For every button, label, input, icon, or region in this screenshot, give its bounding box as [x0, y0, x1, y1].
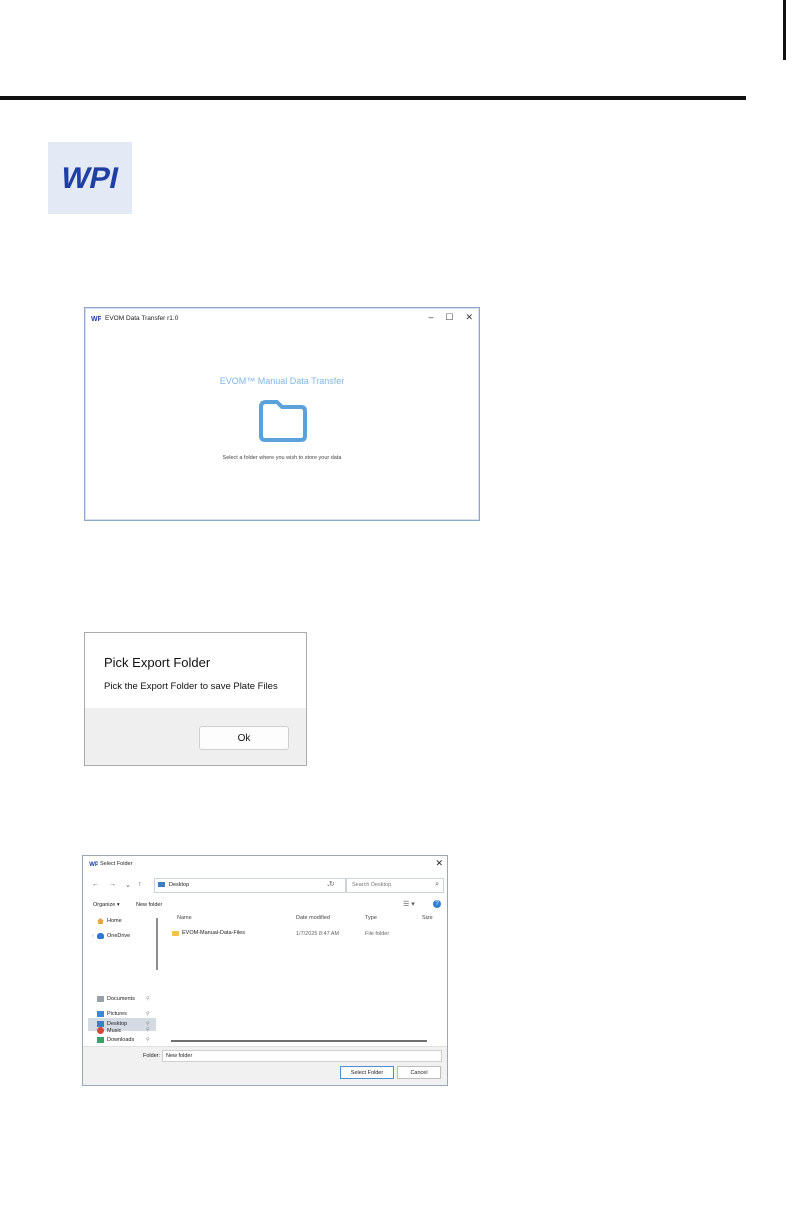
row-type: File folder — [365, 931, 390, 937]
column-header-date[interactable]: Date modified — [296, 915, 330, 921]
search-icon: ⌕ — [435, 881, 439, 888]
recent-chevron-icon[interactable]: ⌄ — [125, 881, 131, 889]
row-date: 1/7/2025 8:47 AM — [296, 931, 340, 937]
svg-text:WPI: WPI — [89, 861, 98, 867]
close-icon[interactable]: ✕ — [435, 858, 443, 869]
table-row[interactable]: EVOM-Manual-Data-Files — [172, 930, 245, 936]
address-crumb: Desktop — [169, 882, 190, 888]
folder-label: Folder: — [143, 1053, 161, 1059]
folder-name-value: New folder — [166, 1053, 193, 1059]
select-folder-button[interactable]: Select Folder — [340, 1066, 394, 1079]
horizontal-scrollbar[interactable] — [171, 1040, 427, 1042]
address-bar[interactable]: Desktop ⌄ — [154, 878, 346, 893]
pin-icon: ⚲ — [146, 1027, 150, 1033]
pin-icon: ⚲ — [146, 996, 150, 1002]
svg-text:WPI: WPI — [58, 162, 122, 195]
navigation-pane: Home › OneDrive Desktop ⚲ Downloads ⚲ — [83, 913, 159, 1043]
help-icon[interactable]: ? — [433, 900, 441, 908]
window-titlebar: WPI EVOM Data Transfer r1.0 — [85, 308, 479, 328]
select-folder-dialog: WPI Select Folder ✕ ← → ⌄ ↑ Desktop ⌄ ↻ … — [82, 855, 448, 1086]
nav-item-onedrive[interactable]: OneDrive — [97, 933, 130, 939]
home-icon — [97, 918, 104, 924]
nav-item-pictures[interactable]: Pictures — [97, 1011, 127, 1017]
column-header-size[interactable]: Size — [422, 915, 433, 921]
svg-text:WPI: WPI — [91, 316, 101, 322]
folder-icon[interactable] — [257, 398, 309, 444]
expand-chevron-icon[interactable]: › — [92, 933, 94, 939]
new-folder-button[interactable]: New folder — [136, 902, 162, 908]
wpi-logo: WPI — [48, 142, 132, 214]
folder-name-field[interactable]: New folder — [162, 1050, 442, 1062]
pictures-icon — [97, 1011, 104, 1017]
dialog-message: Pick the Export Folder to save Plate Fil… — [104, 681, 278, 692]
ok-button[interactable]: Ok — [199, 726, 289, 750]
nav-item-home[interactable]: Home — [97, 918, 122, 924]
cancel-button[interactable]: Cancel — [397, 1066, 441, 1079]
dialog-heading: Pick Export Folder — [104, 655, 211, 670]
header-rule — [0, 96, 746, 100]
window-title: EVOM Data Transfer r1.0 — [105, 314, 179, 322]
pick-export-dialog: Pick Export Folder Pick the Export Folde… — [84, 632, 307, 766]
dialog-title: Select Folder — [100, 861, 133, 867]
forward-icon[interactable]: → — [109, 881, 116, 888]
column-header-name[interactable]: Name — [177, 915, 192, 921]
nav-item-music[interactable]: Music — [97, 1027, 121, 1034]
transfer-heading: EVOM™ Manual Data Transfer — [219, 376, 345, 386]
evom-transfer-window: WPI EVOM Data Transfer r1.0 – ☐ ✕ EVOM™ … — [84, 307, 480, 521]
minimize-button[interactable]: – — [428, 312, 433, 322]
row-name: EVOM-Manual-Data-Files — [182, 930, 245, 936]
folder-icon — [172, 930, 179, 936]
column-header-type[interactable]: Type — [365, 915, 377, 921]
nav-item-documents[interactable]: Documents — [97, 996, 135, 1002]
maximize-button[interactable]: ☐ — [445, 312, 453, 322]
music-icon — [97, 1027, 104, 1034]
back-icon[interactable]: ← — [92, 881, 99, 888]
app-icon: WPI — [89, 861, 98, 867]
organize-button[interactable]: Organize ▾ — [93, 902, 120, 908]
cloud-icon — [97, 933, 104, 939]
refresh-icon[interactable]: ↻ — [329, 880, 335, 888]
desktop-icon — [158, 882, 165, 887]
nav-scrollbar[interactable] — [156, 918, 158, 970]
documents-icon — [97, 996, 104, 1002]
search-input[interactable]: Search Desktop ⌕ — [346, 878, 444, 893]
search-placeholder: Search Desktop — [352, 882, 392, 888]
margin-line — [783, 0, 786, 60]
close-button[interactable]: ✕ — [465, 312, 473, 322]
pin-icon: ⚲ — [146, 1011, 150, 1017]
app-icon: WPI — [91, 316, 101, 322]
folder-instruction: Select a folder where you wish to store … — [222, 455, 342, 461]
up-icon[interactable]: ↑ — [138, 881, 142, 888]
view-options-icon[interactable]: ☰ ▾ — [403, 900, 415, 908]
